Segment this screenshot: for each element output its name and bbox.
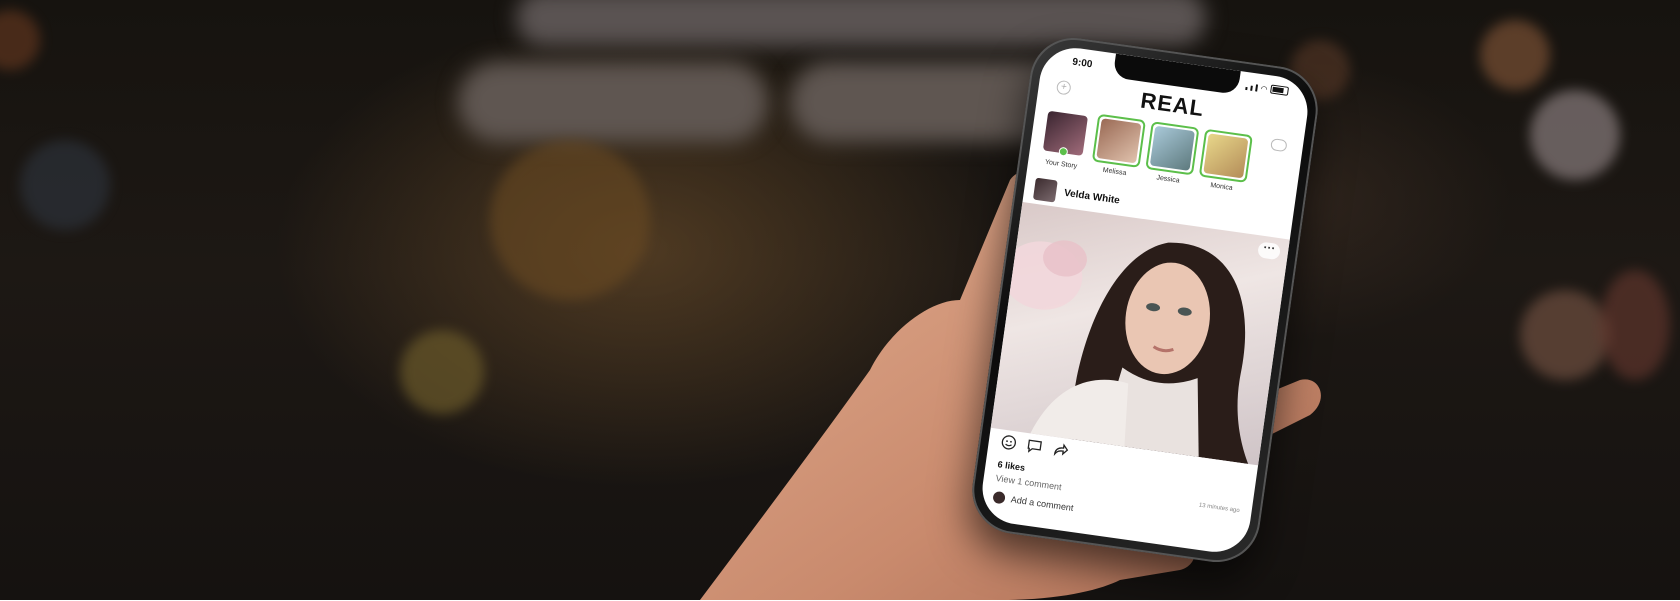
story-item[interactable]: Monica xyxy=(1197,128,1253,205)
post-photo: ··· xyxy=(990,201,1290,466)
bokeh-light xyxy=(0,10,40,70)
bokeh-light xyxy=(458,62,768,142)
react-icon[interactable] xyxy=(1000,433,1018,451)
battery-icon xyxy=(1269,84,1290,96)
post-avatar[interactable] xyxy=(1032,177,1058,203)
bokeh-light xyxy=(1600,270,1670,380)
view-comments-link[interactable]: View 1 comment xyxy=(995,473,1062,492)
story-avatar-frame xyxy=(1145,121,1200,176)
background-scene xyxy=(0,0,1680,600)
signal-icon xyxy=(1245,86,1248,91)
story-label: Monica xyxy=(1209,182,1234,193)
story-item[interactable]: Jessica xyxy=(1143,121,1200,197)
likes-count[interactable]: 6 likes xyxy=(997,459,1026,473)
bokeh-light xyxy=(1480,20,1550,90)
portrait-image xyxy=(1002,240,1249,464)
story-avatar xyxy=(1203,133,1249,179)
signal-icon xyxy=(1250,85,1253,91)
comment-icon[interactable] xyxy=(1026,437,1044,455)
bokeh-light xyxy=(400,330,484,414)
status-time: 9:00 xyxy=(1071,56,1093,71)
story-item[interactable]: Melissa xyxy=(1090,113,1147,190)
add-comment-input[interactable]: Add a comment xyxy=(1010,494,1074,513)
bokeh-light xyxy=(516,0,1206,46)
share-icon[interactable] xyxy=(1051,441,1069,459)
story-item[interactable]: Your Story xyxy=(1036,106,1093,182)
bokeh-light xyxy=(490,140,650,300)
story-label: Your Story xyxy=(1044,158,1078,171)
post-timestamp: 13 minutes ago xyxy=(1198,502,1240,515)
user-avatar xyxy=(992,490,1006,505)
bokeh-light xyxy=(1530,90,1620,180)
story-label: Jessica xyxy=(1155,174,1181,185)
post-username[interactable]: Velda White xyxy=(1063,188,1120,207)
story-avatar xyxy=(1149,125,1195,171)
bokeh-light xyxy=(20,140,110,230)
status-icons: ◠ xyxy=(1245,81,1290,96)
bokeh-light xyxy=(1520,290,1610,380)
wifi-icon: ◠ xyxy=(1259,84,1269,94)
story-avatar-frame xyxy=(1091,113,1147,168)
story-avatar-frame xyxy=(1198,128,1253,183)
story-avatar xyxy=(1096,118,1142,164)
story-label: Melissa xyxy=(1102,166,1127,178)
signal-icon xyxy=(1255,84,1259,92)
